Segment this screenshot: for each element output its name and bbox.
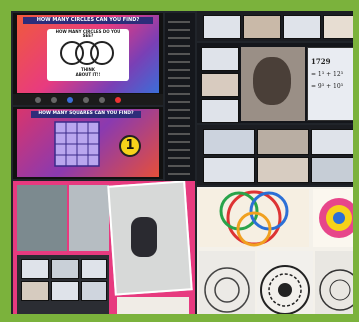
mandala-art [197,187,353,314]
participant-list [165,13,195,193]
circles-slide-footer2: ABOUT IT!! [75,72,101,77]
answer-badge: 1 [119,135,141,157]
meeting-toolbar [13,94,163,105]
overlapping-circles [60,41,114,65]
circles-slide: HOW MANY CIRCLES CAN YOU FIND? HOW MANY … [13,13,163,105]
toolbar-button-6[interactable] [115,97,121,103]
students-collage [13,181,195,314]
circles-slide-header: HOW MANY CIRCLES CAN YOU FIND? [23,17,153,25]
toolbar-button-2[interactable] [51,97,57,103]
toolbar-button-4[interactable] [83,97,89,103]
toolbar-button-1[interactable] [35,97,41,103]
flower-mandala [313,189,353,247]
collage-frame: HOW MANY CIRCLES CAN YOU FIND? HOW MANY … [0,0,359,322]
answer-badge-text: 1 [125,138,135,153]
math-line1: 1729 [311,57,331,66]
toolbar-button-3[interactable] [67,97,73,103]
squares-slide-header: HOW MANY SQUARES CAN YOU FIND? [31,111,141,118]
math-line3: = 9³ + 10³ [311,83,344,90]
sketch-mandala-1 [199,251,255,314]
sketch-mandala-2 [257,251,313,314]
video-grid-top [197,11,353,41]
video-grid-middle [197,125,353,185]
toolbar-button-5[interactable] [99,97,105,103]
sketch-mandala-3 [315,251,353,314]
squares-slide: HOW MANY SQUARES CAN YOU FIND? 1 [13,107,163,179]
colored-mandala [199,189,309,247]
math-line2: = 1³ + 12³ [311,71,344,78]
math-video-grid: 1729 = 1³ + 12³ = 9³ + 10³ [197,43,353,123]
portrait [253,57,291,105]
circles-slide-question: HOW MANY CIRCLES DO YOU SEE? [55,29,121,39]
squares-grid [54,121,100,167]
